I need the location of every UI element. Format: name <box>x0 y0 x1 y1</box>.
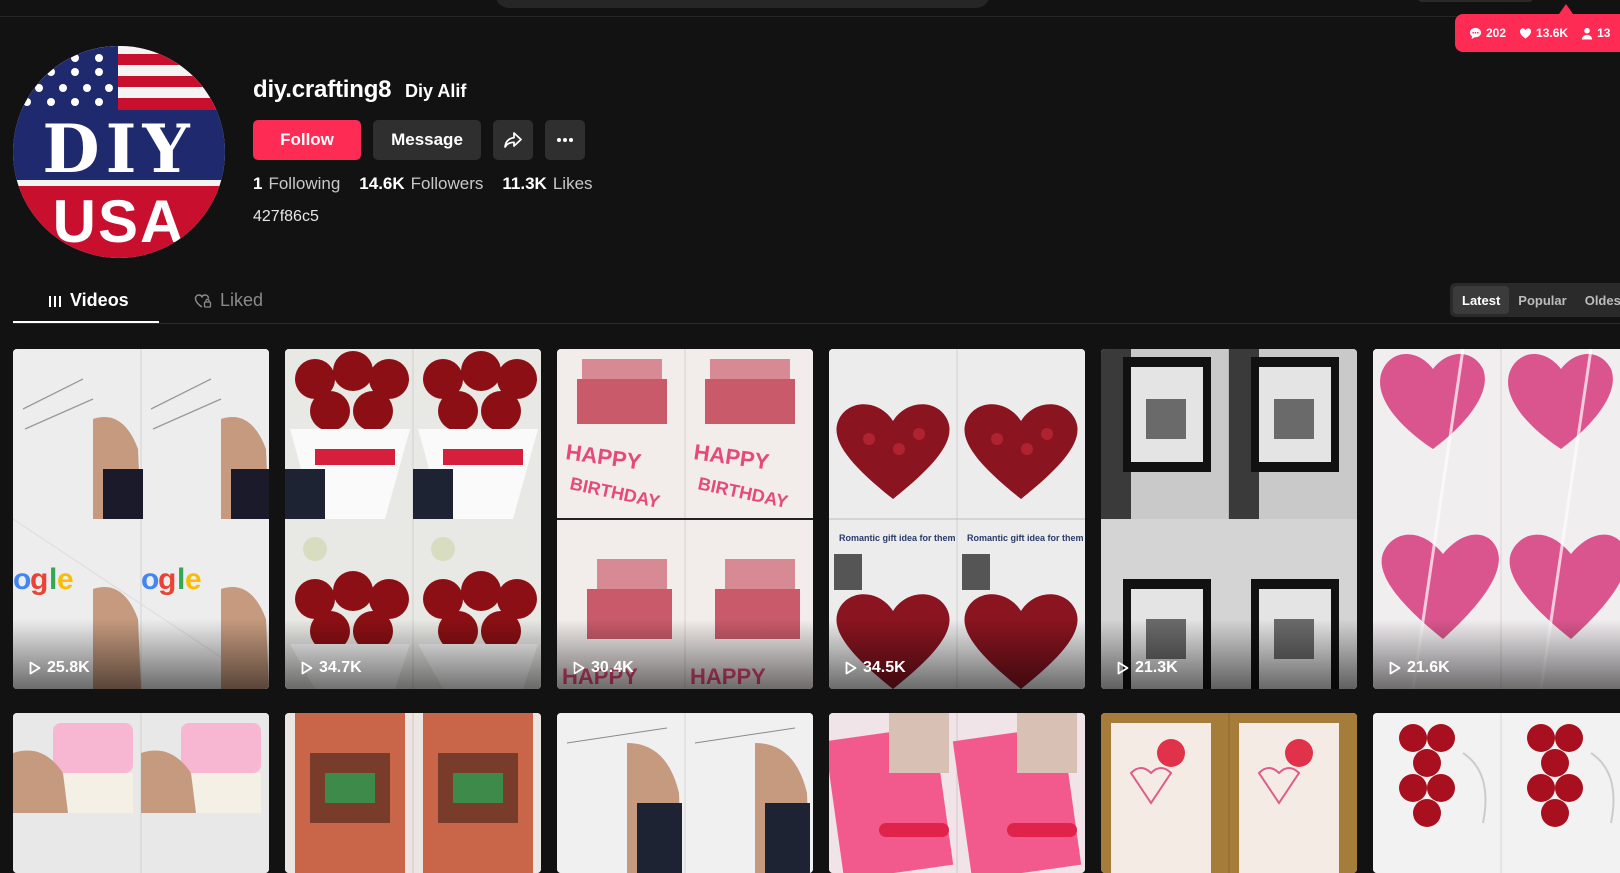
video-card[interactable] <box>1373 713 1620 873</box>
play-icon <box>301 661 313 675</box>
video-card[interactable]: ogle ogle 25.8K <box>13 349 269 689</box>
tile-shade <box>285 619 541 689</box>
nickname: Diy Alif <box>405 81 467 101</box>
sort-latest[interactable]: Latest <box>1453 286 1510 314</box>
view-count: 34.7K <box>301 659 362 677</box>
view-count-text: 25.8K <box>47 659 90 676</box>
svg-text:o: o <box>141 563 159 596</box>
video-card[interactable] <box>829 713 1085 873</box>
heart-icon <box>1519 27 1532 39</box>
following-label: Following <box>268 174 341 193</box>
likes-total-stat: 11.3K Likes <box>502 174 592 194</box>
view-count-text: 34.7K <box>319 659 362 676</box>
bio: 427f86c5 <box>253 208 319 225</box>
tab-videos-label: Videos <box>70 290 129 310</box>
viewers-count: 13 <box>1597 26 1611 40</box>
sort-selector: Latest Popular Oldest <box>1450 283 1620 317</box>
play-icon <box>29 661 41 675</box>
play-icon <box>573 661 585 675</box>
play-icon <box>1117 661 1129 675</box>
play-icon <box>1389 661 1401 675</box>
comment-icon <box>1469 27 1482 39</box>
tab-videos[interactable]: Videos <box>48 290 129 311</box>
likes-live-count: 13.6K <box>1536 26 1569 40</box>
search-bar[interactable] <box>495 0 990 8</box>
avatar-text-bottom: USA <box>53 188 186 255</box>
likes-label: Likes <box>552 174 593 193</box>
share-button[interactable] <box>493 120 533 160</box>
tab-liked-label: Liked <box>220 290 264 310</box>
grid-lines-icon <box>49 295 61 307</box>
following-count: 1 <box>253 174 263 193</box>
svg-text:e: e <box>57 563 74 596</box>
svg-text:g: g <box>158 563 176 596</box>
top-bar <box>0 0 1620 17</box>
view-count: 21.3K <box>1117 659 1178 677</box>
video-thumbnail <box>13 713 269 873</box>
view-count-text: 21.3K <box>1135 659 1178 676</box>
following-stat[interactable]: 1 Following <box>253 174 340 194</box>
share-icon <box>504 132 522 148</box>
username: diy.crafting8 <box>253 76 392 103</box>
svg-text:Romantic gift idea for them: Romantic gift idea for them <box>839 533 956 543</box>
tab-liked[interactable]: Liked <box>194 290 263 311</box>
video-card[interactable] <box>285 713 541 873</box>
view-count-text: 34.5K <box>863 659 906 676</box>
svg-text:o: o <box>13 563 31 596</box>
heart-lock-icon <box>194 293 212 308</box>
followers-stat[interactable]: 14.6K Followers <box>359 174 483 194</box>
more-icon <box>557 138 573 142</box>
sort-popular[interactable]: Popular <box>1509 286 1575 314</box>
video-card[interactable]: 34.7K <box>285 349 541 689</box>
comments-stat: 202 <box>1469 26 1506 40</box>
video-card[interactable]: Romantic gift idea for them Romantic gif… <box>829 349 1085 689</box>
message-button[interactable]: Message <box>373 120 481 160</box>
tile-shade <box>557 619 813 689</box>
diy-usa-logo: DIY USA <box>13 46 225 258</box>
live-stats-badge: 202 13.6K 13 <box>1455 14 1620 52</box>
comments-count: 202 <box>1486 26 1507 40</box>
view-count: 25.8K <box>29 659 90 677</box>
followers-count: 14.6K <box>359 174 405 193</box>
video-card[interactable]: HAPPY HAPPY BIRTHDAY BIRTHDAY HAPPY HAPP… <box>557 349 813 689</box>
tile-shade <box>13 619 269 689</box>
likes-count: 11.3K <box>502 174 547 193</box>
view-count-text: 21.6K <box>1407 659 1450 676</box>
tile-shade <box>1101 619 1357 689</box>
profile-counts: 1 Following 14.6K Followers 11.3K Likes <box>253 174 593 194</box>
video-card[interactable]: 21.6K <box>1373 349 1620 689</box>
video-thumbnail <box>829 713 1085 873</box>
tile-shade <box>829 619 1085 689</box>
video-card[interactable] <box>13 713 269 873</box>
video-thumbnail <box>1101 713 1357 873</box>
video-card[interactable]: 21.3K <box>1101 349 1357 689</box>
top-right-control[interactable] <box>1418 0 1533 2</box>
tabs-divider <box>13 323 1620 324</box>
avatar-text-top: DIY <box>42 110 195 188</box>
person-icon <box>1581 27 1593 40</box>
likes-stat: 13.6K <box>1519 26 1568 40</box>
view-count: 21.6K <box>1389 659 1450 677</box>
active-tab-indicator <box>13 321 159 323</box>
live-stats-caret <box>1559 4 1573 14</box>
video-thumbnail <box>285 713 541 873</box>
play-icon <box>845 661 857 675</box>
tile-shade <box>1373 619 1620 689</box>
sort-oldest[interactable]: Oldest <box>1576 286 1620 314</box>
viewers-stat: 13 <box>1581 26 1610 40</box>
video-card[interactable] <box>557 713 813 873</box>
video-thumbnail <box>557 713 813 873</box>
follow-button[interactable]: Follow <box>253 120 361 160</box>
avatar[interactable]: DIY USA <box>13 46 225 258</box>
view-count-text: 30.4K <box>591 659 634 676</box>
svg-text:Romantic gift idea for them: Romantic gift idea for them <box>967 533 1084 543</box>
svg-text:e: e <box>185 563 202 596</box>
more-options-button[interactable] <box>545 120 585 160</box>
video-card[interactable] <box>1101 713 1357 873</box>
video-thumbnail <box>1373 713 1620 873</box>
view-count: 34.5K <box>845 659 906 677</box>
followers-label: Followers <box>410 174 484 193</box>
svg-text:g: g <box>30 563 48 596</box>
view-count: 30.4K <box>573 659 634 677</box>
